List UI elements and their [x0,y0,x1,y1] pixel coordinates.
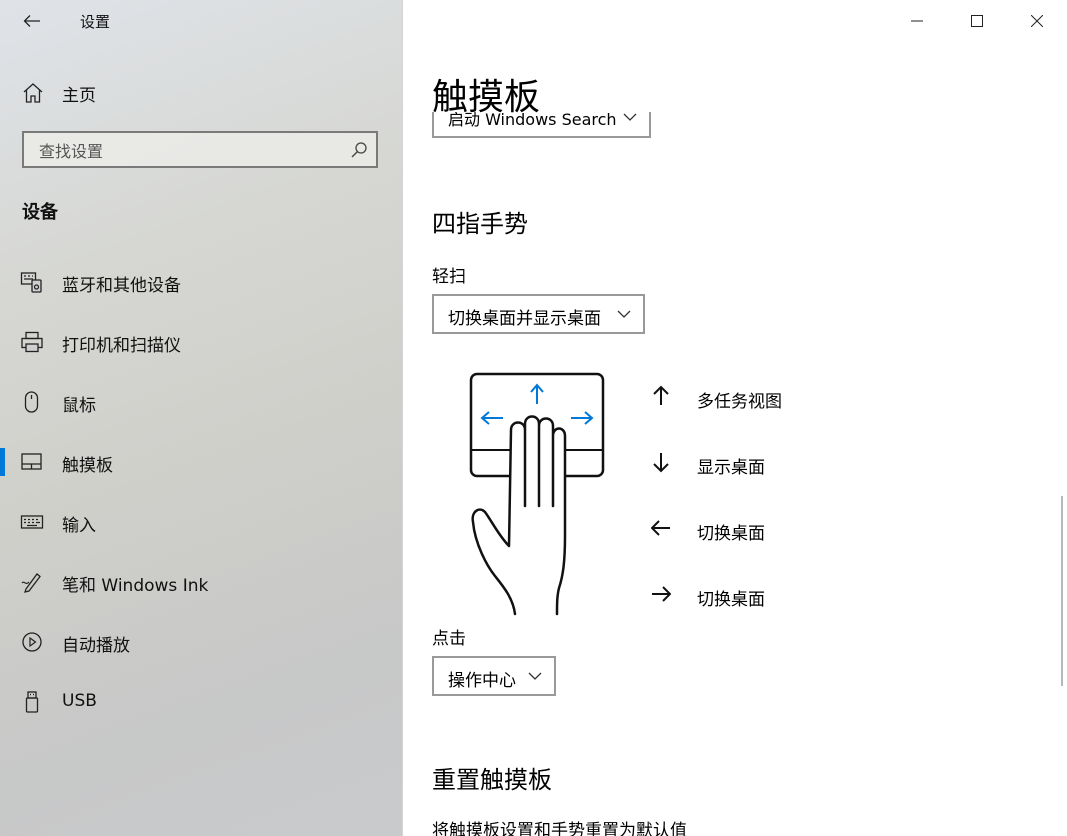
sidebar-item-touchpad[interactable]: 触摸板 [0,440,402,484]
mouse-icon [24,391,39,413]
sidebar-item-label: 自动播放 [62,636,130,656]
search-gesture-dropdown-clipped[interactable]: 启动 Windows Search [432,112,655,142]
arrow-down-icon [653,453,669,473]
arrow-up-icon [653,385,669,405]
nav-home-label: 主页 [62,86,96,106]
sidebar-item-label: 打印机和扫描仪 [62,336,181,356]
dropdown-value: 启动 Windows Search [448,112,617,129]
arrow-left-icon [651,520,670,536]
section-title-devices: 设备 [22,202,58,223]
maximize-icon [971,15,983,27]
sidebar-item-label: 输入 [62,516,96,536]
sidebar-item-label: 蓝牙和其他设备 [62,276,181,296]
sidebar-item-mouse[interactable]: 鼠标 [0,380,402,424]
sidebar-item-label: USB [62,691,97,711]
swipe-label: 轻扫 [432,267,466,287]
sidebar-item-label: 笔和 Windows Ink [62,576,209,596]
reset-title: 重置触摸板 [432,766,552,794]
back-button[interactable] [14,6,50,36]
sidebar: 设置 主页 设备 蓝牙和其他设备 [0,0,403,836]
sidebar-item-usb[interactable]: USB [0,680,402,724]
chevron-down-icon [617,310,631,318]
app-title: 设置 [80,13,111,31]
back-arrow-icon [23,15,40,27]
sidebar-item-autoplay[interactable]: 自动播放 [0,620,402,664]
gesture-label: 显示桌面 [697,458,765,478]
close-icon [1031,15,1043,27]
sidebar-item-typing[interactable]: 输入 [0,500,402,544]
home-icon [23,83,43,103]
four-finger-title: 四指手势 [432,210,528,238]
bluetooth-devices-icon [20,272,42,293]
scrollbar[interactable] [1061,496,1063,686]
swipe-dropdown[interactable]: 切换桌面并显示桌面 [432,294,645,334]
maximize-button[interactable] [947,0,1007,42]
titlebar-left: 设置 [0,0,402,42]
gesture-row-down: 显示桌面 [651,449,951,478]
autoplay-icon [22,632,42,652]
printer-icon [21,331,43,353]
gesture-row-up: 多任务视图 [651,383,951,412]
keyboard-icon [20,515,44,529]
usb-icon [25,691,39,713]
nav-home[interactable]: 主页 [0,72,402,112]
search-box [22,131,378,168]
chevron-down-icon [623,113,637,121]
sidebar-item-printers[interactable]: 打印机和扫描仪 [0,320,402,364]
gesture-label: 切换桌面 [697,590,765,610]
gesture-row-right: 切换桌面 [651,581,951,610]
gesture-row-left: 切换桌面 [651,515,951,544]
pen-icon [21,573,41,593]
tap-dropdown[interactable]: 操作中心 [432,656,556,696]
search-icon[interactable] [350,141,368,159]
sidebar-item-label: 鼠标 [62,396,96,416]
sidebar-item-bluetooth[interactable]: 蓝牙和其他设备 [0,260,402,304]
arrow-right-icon [652,586,671,602]
settings-window: 设置 主页 设备 蓝牙和其他设备 [0,0,1067,836]
chevron-down-icon [528,672,542,680]
close-button[interactable] [1007,0,1067,42]
window-controls [887,0,1067,42]
search-input[interactable] [37,139,341,163]
main-content: 触摸板 启动 Windows Search 四指手势 轻扫 切换桌面并显示桌面 [403,0,1067,836]
sidebar-item-label: 触摸板 [62,456,113,476]
gesture-label: 多任务视图 [697,392,782,412]
sidebar-item-pen[interactable]: 笔和 Windows Ink [0,560,402,604]
minimize-button[interactable] [887,0,947,42]
tap-dropdown-value: 操作中心 [448,671,516,691]
tap-label: 点击 [432,629,466,649]
touchpad-icon [21,453,42,470]
dropdown-box: 启动 Windows Search [432,112,651,138]
gesture-label: 切换桌面 [697,524,765,544]
minimize-icon [911,20,923,22]
active-indicator [0,448,5,476]
reset-description: 将触摸板设置和手势重置为默认值 [432,821,687,836]
four-finger-gesture-illustration [469,372,605,616]
swipe-dropdown-value: 切换桌面并显示桌面 [448,309,601,329]
